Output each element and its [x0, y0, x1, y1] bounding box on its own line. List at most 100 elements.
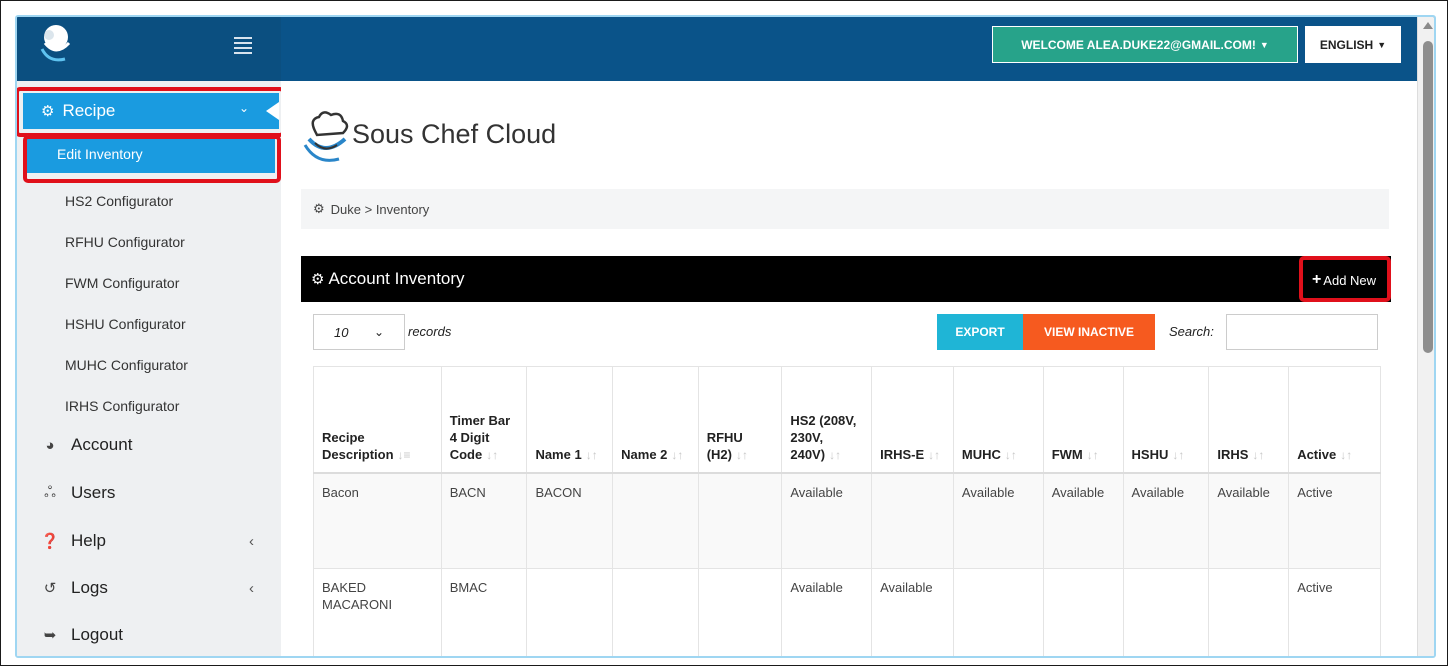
table-row[interactable]: Bacon BACN BACON Available Available Availabl…: [313, 472, 1381, 569]
column-header-label: MUHC: [961, 446, 1001, 462]
table-cell: Available: [781, 472, 873, 569]
sort-icon[interactable]: ↓↑: [1172, 448, 1184, 462]
column-header[interactable]: RFHU (H2) ↓↑: [697, 366, 783, 474]
welcome-label: WELCOME ALEA.DUKE22@GMAIL.COM!: [1021, 37, 1256, 52]
sous-chef-logo-icon: [303, 111, 349, 162]
column-header[interactable]: Recipe Description ↓≡: [313, 366, 442, 474]
site-title: Sous Chef Cloud: [352, 119, 557, 149]
table-cell: [952, 568, 1044, 656]
column-header[interactable]: Timer Bar 4 Digit Code ↓↑: [440, 366, 528, 474]
sidebar-item-label: Logout: [71, 625, 123, 644]
column-header[interactable]: HS2 (208V, 230V, 240V) ↓↑: [781, 366, 873, 474]
column-header[interactable]: Name 2 ↓↑: [612, 366, 699, 474]
column-header-label: FWM: [1051, 446, 1083, 462]
column-header[interactable]: Name 1 ↓↑: [526, 366, 614, 474]
chef-hat-logo-icon[interactable]: [39, 23, 75, 63]
sort-icon[interactable]: ↓↑: [1252, 448, 1264, 462]
sidebar-item-account[interactable]: ◕ Account: [39, 435, 132, 455]
page-scrollbar[interactable]: [1417, 17, 1434, 656]
scrollbar-thumb[interactable]: [1423, 41, 1433, 353]
sort-icon[interactable]: ↓↑: [1005, 448, 1017, 462]
table-cell: Bacon: [313, 472, 442, 569]
sidebar-item-label: Users: [71, 483, 116, 502]
table-cell: [697, 472, 783, 569]
sort-icon[interactable]: ↓↑: [671, 448, 683, 462]
column-header[interactable]: HSHU ↓↑: [1122, 366, 1210, 474]
table-controls: 10 ⌄ records EXPORT VIEW INACTIVE Search…: [301, 302, 1391, 358]
inventory-table: Recipe Description ↓≡ Timer Bar 4 Digit Co…: [313, 366, 1381, 656]
column-header[interactable]: FWM ↓↑: [1042, 366, 1124, 474]
main-content: Sous Chef Cloud ⚙ Duke > Inventory ⚙ Acc…: [281, 81, 1417, 656]
panel-header: ⚙ Account Inventory + Add New: [301, 256, 1391, 302]
sort-icon[interactable]: ↓↑: [486, 448, 498, 462]
caret-down-icon: ▼: [1259, 39, 1269, 50]
sidebar-subitem-hs2[interactable]: HS2 Configurator: [65, 193, 173, 209]
chevron-down-icon: ⌄: [374, 325, 385, 339]
table-cell: Available: [781, 568, 873, 656]
view-inactive-button[interactable]: VIEW INACTIVE: [1023, 314, 1155, 350]
sort-icon[interactable]: ↓↑: [1087, 448, 1099, 462]
sidebar-item-users[interactable]: ஃ Users: [39, 483, 115, 503]
highlight-recipe: [17, 87, 285, 137]
table-cell: [612, 472, 699, 569]
sidebar-item-logs[interactable]: ↺ Logs ‹: [39, 578, 254, 598]
sort-ascending-icon[interactable]: ↓≡: [398, 448, 411, 462]
table-row[interactable]: BAKED MACARONI BMAC Available Available Acti…: [313, 568, 1381, 656]
breadcrumb-text[interactable]: Duke > Inventory: [331, 202, 430, 217]
highlight-edit-inventory: [23, 135, 281, 183]
table-cell: BACON: [526, 472, 614, 569]
column-header-label: Recipe Description: [322, 429, 394, 462]
sign-out-icon: ➥: [43, 627, 57, 644]
inventory-table-wrapper: Recipe Description ↓≡ Timer Bar 4 Digit Co…: [313, 366, 1381, 656]
table-cell: BACN: [440, 472, 528, 569]
sort-icon[interactable]: ↓↑: [586, 448, 598, 462]
highlight-add-new: [1299, 256, 1391, 302]
column-header[interactable]: IRHS-E ↓↑: [871, 366, 954, 474]
sidebar-item-label: Account: [71, 435, 133, 454]
history-icon: ↺: [43, 580, 57, 597]
sort-icon[interactable]: ↓↑: [928, 448, 940, 462]
brand-area: [17, 17, 281, 81]
column-header[interactable]: MUHC ↓↑: [952, 366, 1044, 474]
column-header-label: HS2 (208V, 230V, 240V): [790, 412, 857, 462]
search-input[interactable]: [1226, 314, 1378, 350]
gear-icon: ⚙: [311, 271, 325, 288]
question-circle-icon: ❓: [40, 533, 60, 550]
sort-icon[interactable]: ↓↑: [829, 448, 841, 462]
table-cell: Available: [1122, 472, 1210, 569]
globe-icon: ◕: [45, 436, 55, 454]
sort-icon[interactable]: ↓↑: [736, 448, 748, 462]
panel-title: Account Inventory: [328, 269, 465, 288]
caret-down-icon: ▼: [1377, 39, 1387, 50]
table-cell: Available: [1208, 472, 1290, 569]
table-cell: [1042, 568, 1124, 656]
sidebar-item-logout[interactable]: ➥ Logout: [39, 625, 123, 645]
sidebar-item-help[interactable]: ❓ Help ‹: [39, 531, 254, 551]
column-header-label: Name 2: [621, 446, 668, 462]
records-value: 10: [334, 324, 349, 340]
table-cell: [1208, 568, 1290, 656]
sidebar-subitem-muhc[interactable]: MUHC Configurator: [65, 357, 188, 373]
sidebar-item-label: Logs: [71, 578, 108, 597]
menu-toggle-icon[interactable]: [234, 37, 252, 57]
table-cell: BAKED MACARONI: [313, 568, 442, 656]
sidebar-subitem-hshu[interactable]: HSHU Configurator: [65, 316, 186, 332]
table-cell: [697, 568, 783, 656]
scroll-up-icon[interactable]: [1423, 22, 1433, 29]
chevron-left-icon: ‹: [249, 532, 254, 550]
welcome-user-dropdown[interactable]: WELCOME ALEA.DUKE22@GMAIL.COM! ▼: [992, 26, 1298, 63]
column-header[interactable]: Active ↓↑: [1288, 366, 1381, 474]
table-cell: Available: [952, 472, 1044, 569]
records-per-page-select[interactable]: 10 ⌄: [313, 314, 405, 350]
column-header[interactable]: IRHS ↓↑: [1208, 366, 1290, 474]
column-header-label: HSHU: [1131, 446, 1169, 462]
column-header-label: IRHS: [1217, 446, 1249, 462]
sidebar-subitem-rfhu[interactable]: RFHU Configurator: [65, 234, 185, 250]
table-cell: Active: [1288, 568, 1381, 656]
language-dropdown[interactable]: ENGLISH ▼: [1305, 26, 1401, 63]
sidebar-subitem-irhs[interactable]: IRHS Configurator: [65, 398, 179, 414]
sort-icon[interactable]: ↓↑: [1340, 448, 1352, 462]
sidebar-subitem-fwm[interactable]: FWM Configurator: [65, 275, 179, 291]
column-header-label: Timer Bar 4 Digit Code: [449, 412, 511, 462]
export-button[interactable]: EXPORT: [937, 314, 1023, 350]
